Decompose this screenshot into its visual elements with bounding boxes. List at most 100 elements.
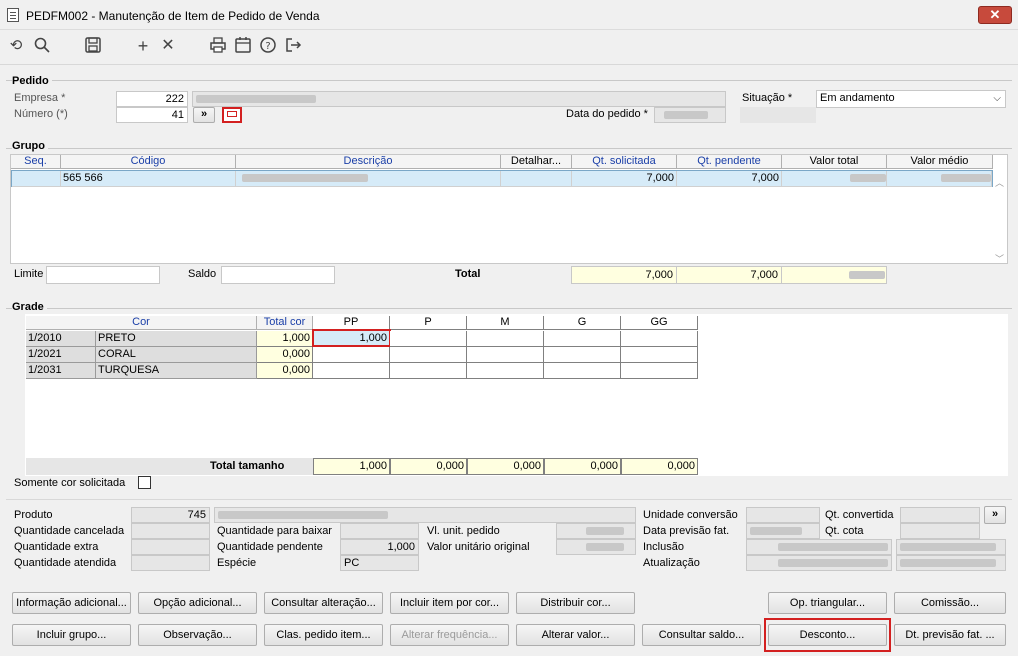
vl-unit-field [556, 523, 636, 539]
grade-cell-input[interactable] [544, 363, 621, 379]
alterar-frequencia-button[interactable]: Alterar frequência... [390, 624, 509, 646]
grupo-total-pendente: 7,000 [676, 266, 782, 284]
grade-cell-input[interactable] [544, 331, 621, 347]
scroll-up-icon[interactable]: ︿ [995, 176, 1004, 189]
qt-convertida-next-button[interactable]: » [984, 506, 1006, 524]
exit-icon[interactable] [283, 36, 303, 56]
grupo-col-codigo[interactable]: Código [61, 155, 236, 169]
especie-field: PC [340, 555, 419, 571]
help-icon[interactable]: ? [258, 36, 278, 56]
grade-cell-input[interactable] [621, 363, 698, 379]
numero-label: Número (*) [14, 108, 68, 120]
grupo-col-valor-total[interactable]: Valor total [782, 155, 887, 169]
grade-cell-input[interactable] [467, 347, 544, 363]
grade-cell-input[interactable] [390, 363, 467, 379]
total-tamanho-value: 0,000 [621, 458, 698, 475]
grupo-section-title: Grupo [12, 140, 48, 152]
grade-cell-input[interactable] [313, 347, 390, 363]
comissao-button[interactable]: Comissão... [894, 592, 1006, 614]
grupo-row-codigo: 565 566 [61, 171, 236, 187]
grade-row-code[interactable]: 1/2031 [26, 363, 96, 379]
grade-cell-input[interactable] [313, 363, 390, 379]
grade-row-name[interactable]: PRETO [96, 331, 257, 347]
scroll-down-icon[interactable]: ﹀ [995, 252, 1004, 265]
atualizacao-label: Atualização [643, 557, 700, 569]
grupo-row-qt-pendente: 7,000 [677, 171, 782, 187]
undo-icon[interactable]: ⟲ [6, 36, 26, 56]
delete-icon[interactable]: ✕ [158, 36, 178, 56]
pedido-group-border [6, 80, 1012, 81]
search-icon[interactable] [32, 36, 52, 56]
alterar-valor-button[interactable]: Alterar valor... [516, 624, 635, 646]
grupo-col-qt-pendente[interactable]: Qt. pendente [677, 155, 782, 169]
grupo-col-valor-medio[interactable]: Valor médio [887, 155, 993, 169]
qt-cancelada-field [131, 523, 210, 539]
total-tamanho-value: 0,000 [390, 458, 467, 475]
grade-cell-input[interactable] [621, 331, 698, 347]
grupo-col-descricao[interactable]: Descrição [236, 155, 501, 169]
grade-row-name[interactable]: CORAL [96, 347, 257, 363]
grade-col-size[interactable]: PP [313, 316, 390, 330]
grade-cell-input[interactable] [390, 331, 467, 347]
total-tamanho-label: Total tamanho [210, 460, 285, 472]
calendar-icon[interactable] [233, 36, 253, 56]
grade-col-total-cor[interactable]: Total cor [257, 316, 313, 330]
grade-row-code[interactable]: 1/2021 [26, 347, 96, 363]
grade-col-cor[interactable]: Cor [26, 316, 257, 330]
grade-cell-input[interactable] [467, 363, 544, 379]
svg-text:?: ? [265, 41, 270, 52]
empresa-field[interactable]: 222 [116, 91, 188, 107]
qt-pendente-field: 1,000 [340, 539, 419, 555]
grupo-total-label: Total [455, 268, 481, 280]
informacao-adicional-button[interactable]: Informação adicional... [12, 592, 131, 614]
qt-convertida-label: Qt. convertida [825, 509, 894, 521]
qt-cota-label: Qt. cota [825, 525, 864, 537]
grupo-col-detalhar[interactable]: Detalhar... [501, 155, 572, 169]
consultar-saldo-button[interactable]: Consultar saldo... [642, 624, 761, 646]
grade-row-name[interactable]: TURQUESA [96, 363, 257, 379]
observacao-button[interactable]: Observação... [138, 624, 257, 646]
desconto-button[interactable]: Desconto... [768, 624, 887, 646]
numero-field[interactable]: 41 [116, 107, 188, 123]
saldo-field[interactable] [221, 266, 335, 284]
situacao-value: Em andamento [820, 92, 895, 104]
qt-cancelada-label: Quantidade cancelada [14, 525, 125, 537]
clas-pedido-item-button[interactable]: Clas. pedido item... [264, 624, 383, 646]
op-triangular-button[interactable]: Op. triangular... [768, 592, 887, 614]
incluir-grupo-button[interactable]: Incluir grupo... [12, 624, 131, 646]
incluir-item-cor-button[interactable]: Incluir item por cor... [390, 592, 509, 614]
distribuir-cor-button[interactable]: Distribuir cor... [516, 592, 635, 614]
grupo-col-seq[interactable]: Seq. [11, 155, 61, 169]
produto-description-field [214, 507, 636, 523]
numero-next-button[interactable]: » [193, 107, 215, 123]
save-icon[interactable] [83, 36, 103, 56]
grade-cell-input[interactable] [467, 331, 544, 347]
grupo-row-valor-medio [887, 171, 992, 187]
grade-cell-input[interactable] [621, 347, 698, 363]
grade-col-size[interactable]: GG [621, 316, 698, 330]
dt-previsao-fat-button[interactable]: Dt. previsão fat. ... [894, 624, 1006, 646]
especie-label: Espécie [217, 557, 257, 569]
grupo-col-qt-solicitada[interactable]: Qt. solicitada [572, 155, 677, 169]
grade-col-size[interactable]: P [390, 316, 467, 330]
atualizacao-user-field [896, 555, 1006, 571]
close-button[interactable]: ✕ [978, 6, 1012, 24]
grade-row-total: 0,000 [257, 347, 313, 363]
grade-cell-input[interactable] [544, 347, 621, 363]
consultar-alteracao-button[interactable]: Consultar alteração... [264, 592, 383, 614]
somente-cor-checkbox[interactable] [138, 476, 151, 489]
total-tamanho-value: 0,000 [544, 458, 621, 475]
print-icon[interactable] [208, 36, 228, 56]
add-icon[interactable]: + [133, 36, 153, 56]
calendar-button[interactable] [222, 107, 242, 123]
limite-field[interactable] [46, 266, 160, 284]
grade-col-size[interactable]: G [544, 316, 621, 330]
produto-field: 745 [131, 507, 210, 523]
situacao-select[interactable]: Em andamento ⌵ [816, 90, 1006, 108]
grupo-group-border [6, 148, 1012, 149]
grade-cell-input[interactable] [390, 347, 467, 363]
opcao-adicional-button[interactable]: Opção adicional... [138, 592, 257, 614]
grade-row-code[interactable]: 1/2010 [26, 331, 96, 347]
grade-row-total: 1,000 [257, 331, 313, 347]
grade-col-size[interactable]: M [467, 316, 544, 330]
